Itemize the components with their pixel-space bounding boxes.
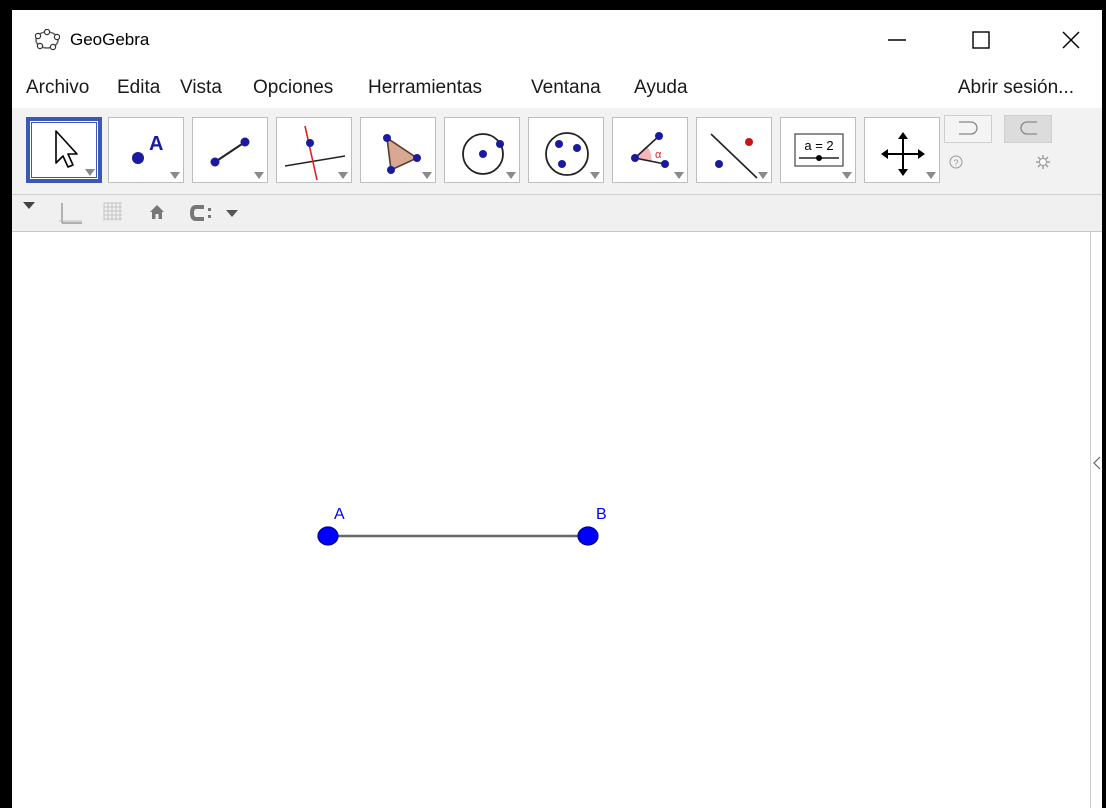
tool-angle-menu-icon xyxy=(674,172,684,179)
slider-icon-glyph: a = 2 xyxy=(804,138,833,153)
menu-opciones[interactable]: Opciones xyxy=(253,77,333,99)
menu-herramientas[interactable]: Herramientas xyxy=(368,77,482,99)
collapse-triangle-icon[interactable] xyxy=(22,201,36,211)
tool-polygon[interactable] xyxy=(360,117,436,183)
tool-segment[interactable] xyxy=(192,117,268,183)
minimize-button[interactable] xyxy=(874,20,920,60)
undo-icon xyxy=(959,121,978,135)
help-icon[interactable]: ? xyxy=(948,154,964,170)
graphics-right-border xyxy=(1090,232,1091,808)
graphics-view[interactable]: A B xyxy=(12,232,1102,808)
tool-move-graphics-view[interactable] xyxy=(864,117,940,183)
tool-angle[interactable]: α xyxy=(612,117,688,183)
undo-button[interactable] xyxy=(944,115,992,143)
geogebra-window: GeoGebra Archivo Edita Vista Opciones He… xyxy=(12,10,1102,808)
tool-segment-menu-icon xyxy=(254,172,264,179)
menu-ventana[interactable]: Ventana xyxy=(531,77,601,99)
style-bar xyxy=(12,195,1102,232)
title-bar: GeoGebra xyxy=(12,10,1102,70)
expand-side-panel-icon[interactable] xyxy=(1093,456,1101,470)
graphics-canvas xyxy=(317,526,599,546)
menu-edita[interactable]: Edita xyxy=(117,77,160,99)
redo-icon xyxy=(1020,121,1037,135)
tool-move[interactable] xyxy=(26,117,102,183)
tool-circle-three-points[interactable] xyxy=(528,117,604,183)
settings-icon[interactable] xyxy=(1034,153,1052,171)
tool-slider[interactable]: a = 2 xyxy=(780,117,856,183)
svg-text:?: ? xyxy=(953,158,958,168)
tool-point[interactable]: A xyxy=(108,117,184,183)
tool-slider-menu-icon xyxy=(842,172,852,179)
tool-reflect[interactable] xyxy=(696,117,772,183)
tool-move-graphics-view-menu-icon xyxy=(926,172,936,179)
home-icon[interactable] xyxy=(148,203,166,221)
angle-icon-glyph: α xyxy=(655,149,662,161)
grid-icon[interactable] xyxy=(102,201,124,223)
menu-archivo[interactable]: Archivo xyxy=(26,77,89,99)
close-icon xyxy=(1062,31,1080,49)
tool-circle-three-points-menu-icon xyxy=(590,172,600,179)
geogebra-logo-icon xyxy=(34,29,60,51)
login-link[interactable]: Abrir sesión... xyxy=(958,77,1074,99)
point-a-label: A xyxy=(334,506,345,523)
close-button[interactable] xyxy=(1048,20,1094,60)
tool-reflect-menu-icon xyxy=(758,172,768,179)
tool-perpendicular-menu-icon xyxy=(338,172,348,179)
tool-circle-center-menu-icon xyxy=(506,172,516,179)
maximize-button[interactable] xyxy=(958,20,1004,60)
point-b-label: B xyxy=(596,506,607,523)
tool-move-menu-icon xyxy=(85,169,95,176)
redo-button[interactable] xyxy=(1004,115,1052,143)
tool-polygon-menu-icon xyxy=(422,172,432,179)
tool-point-menu-icon xyxy=(170,172,180,179)
window-title: GeoGebra xyxy=(70,30,150,49)
toolbar: A α a = 2 ? xyxy=(12,108,1102,195)
minimize-icon xyxy=(888,39,906,41)
maximize-icon xyxy=(972,31,990,49)
tool-perpendicular[interactable] xyxy=(276,117,352,183)
menu-bar: Archivo Edita Vista Opciones Herramienta… xyxy=(12,72,1102,106)
point-b[interactable] xyxy=(577,526,599,546)
point-a[interactable] xyxy=(317,526,339,546)
point-icon-glyph: A xyxy=(149,133,163,155)
axes-icon[interactable] xyxy=(58,201,84,225)
point-capturing-icon[interactable] xyxy=(188,203,248,223)
menu-ayuda[interactable]: Ayuda xyxy=(634,77,688,99)
tool-circle-center[interactable] xyxy=(444,117,520,183)
menu-vista[interactable]: Vista xyxy=(180,77,222,99)
